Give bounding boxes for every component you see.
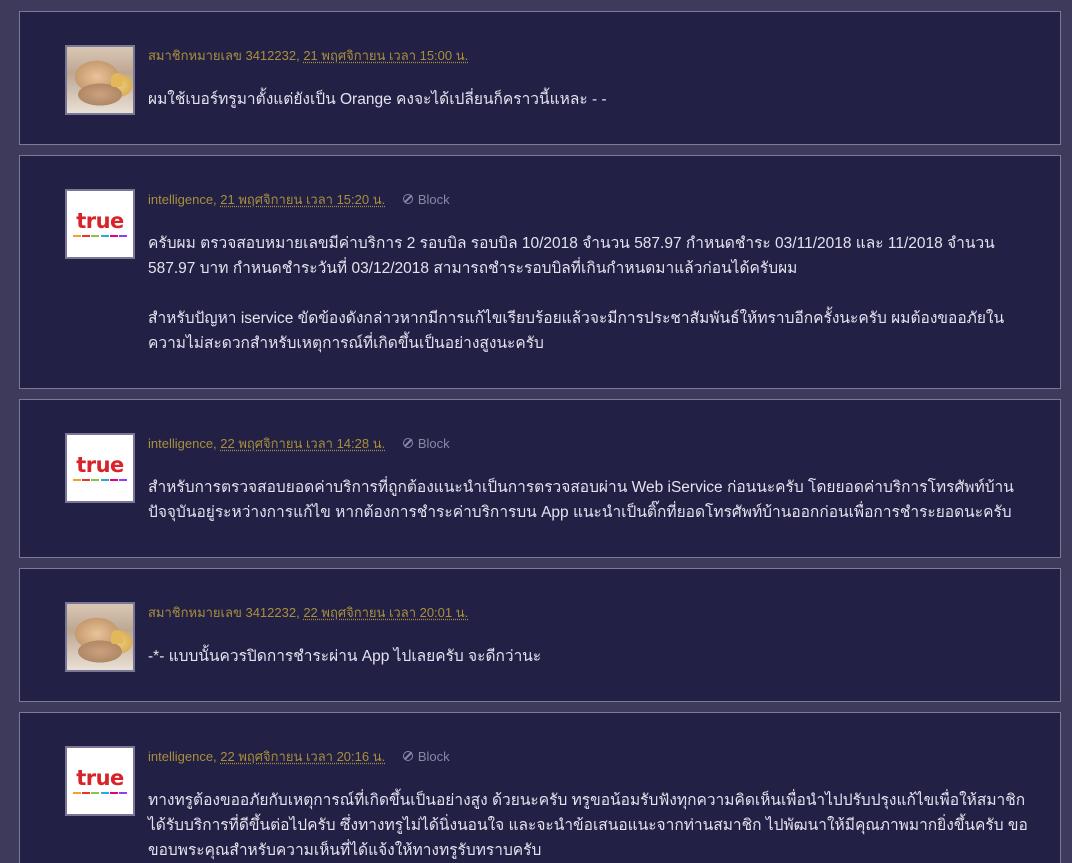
comment-date: 22 พฤศจิกายน เวลา 20:16 น.: [220, 749, 386, 764]
comment-meta: intelligence, 22 พฤศจิกายน เวลา 14:28 น.…: [148, 435, 450, 452]
comment-body: สำหรับการตรวจสอบยอดค่าบริการที่ถูกต้องแน…: [148, 475, 1028, 525]
comment-meta: สมาชิกหมายเลข 3412232, 22 พฤศจิกายน เวลา…: [148, 605, 469, 620]
author-name[interactable]: สมาชิกหมายเลข 3412232: [148, 605, 296, 620]
comment-date: 21 พฤศจิกายน เวลา 15:20 น.: [220, 192, 386, 207]
true-logo-stripes: [73, 235, 127, 237]
member-avatar[interactable]: [65, 602, 135, 672]
comment-date: 22 พฤศจิกายน เวลา 20:01 น.: [303, 605, 469, 620]
comment-card: สมาชิกหมายเลข 3412232, 21 พฤศจิกายน เวลา…: [19, 11, 1061, 145]
comment-body: ทางทรูต้องขออภัยกับเหตุการณ์ที่เกิดขึ้นเ…: [148, 788, 1028, 863]
block-label: Block: [417, 191, 450, 207]
author-name[interactable]: intelligence: [148, 749, 213, 764]
comment-card: true intelligence, 22 พฤศจิกายน เวลา 14:…: [19, 399, 1061, 558]
comment-paragraph: สำหรับปัญหา iservice ขัดข้องดังกล่าวหากม…: [148, 310, 1005, 352]
true-logo-stripes: [73, 479, 127, 481]
comment-body: ครับผม ตรวจสอบหมายเลขมีค่าบริการ 2 รอบบิ…: [148, 231, 1028, 356]
block-icon: [402, 438, 413, 448]
comment-meta: intelligence, 22 พฤศจิกายน เวลา 20:16 น.…: [148, 748, 450, 765]
comment-paragraph: สำหรับการตรวจสอบยอดค่าบริการที่ถูกต้องแน…: [148, 479, 1014, 521]
true-logo-word: true: [76, 209, 124, 233]
block-icon: [402, 751, 413, 761]
true-logo-avatar[interactable]: true: [65, 746, 135, 816]
comment-meta: intelligence, 21 พฤศจิกายน เวลา 15:20 น.…: [148, 191, 450, 208]
comment-body: ผมใช้เบอร์ทรูมาตั้งแต่ยังเป็น Orange คงจ…: [148, 87, 1028, 112]
author-name[interactable]: สมาชิกหมายเลข 3412232: [148, 48, 296, 63]
true-logo-avatar[interactable]: true: [65, 189, 135, 259]
true-logo-word: true: [76, 766, 124, 790]
true-logo-word: true: [76, 453, 124, 477]
comment-card: true intelligence, 22 พฤศจิกายน เวลา 20:…: [19, 712, 1061, 863]
comment-paragraph: -*- แบบนั้นควรปิดการชำระผ่าน App ไปเลยคร…: [148, 648, 542, 665]
comment-date: 21 พฤศจิกายน เวลา 15:00 น.: [303, 48, 469, 63]
comment-card: สมาชิกหมายเลข 3412232, 22 พฤศจิกายน เวลา…: [19, 568, 1061, 702]
author-name[interactable]: intelligence: [148, 192, 213, 207]
comment-meta: สมาชิกหมายเลข 3412232, 21 พฤศจิกายน เวลา…: [148, 48, 469, 63]
block-label: Block: [417, 435, 450, 451]
block-label: Block: [417, 748, 450, 764]
block-button[interactable]: Block: [402, 435, 450, 451]
member-avatar[interactable]: [65, 45, 135, 115]
true-logo-stripes: [73, 792, 127, 794]
block-button[interactable]: Block: [402, 748, 450, 764]
comment-card: true intelligence, 21 พฤศจิกายน เวลา 15:…: [19, 155, 1061, 389]
comment-date: 22 พฤศจิกายน เวลา 14:28 น.: [220, 436, 386, 451]
comment-paragraph: ครับผม ตรวจสอบหมายเลขมีค่าบริการ 2 รอบบิ…: [148, 235, 995, 277]
comment-paragraph: ทางทรูต้องขออภัยกับเหตุการณ์ที่เกิดขึ้นเ…: [148, 792, 1028, 859]
block-button[interactable]: Block: [402, 191, 450, 207]
comment-paragraph: ผมใช้เบอร์ทรูมาตั้งแต่ยังเป็น Orange คงจ…: [148, 91, 607, 108]
cake-decoration: [111, 73, 123, 87]
block-icon: [402, 194, 413, 204]
author-name[interactable]: intelligence: [148, 436, 213, 451]
cake-decoration: [111, 630, 123, 644]
comment-body: -*- แบบนั้นควรปิดการชำระผ่าน App ไปเลยคร…: [148, 644, 1028, 669]
true-logo-avatar[interactable]: true: [65, 433, 135, 503]
